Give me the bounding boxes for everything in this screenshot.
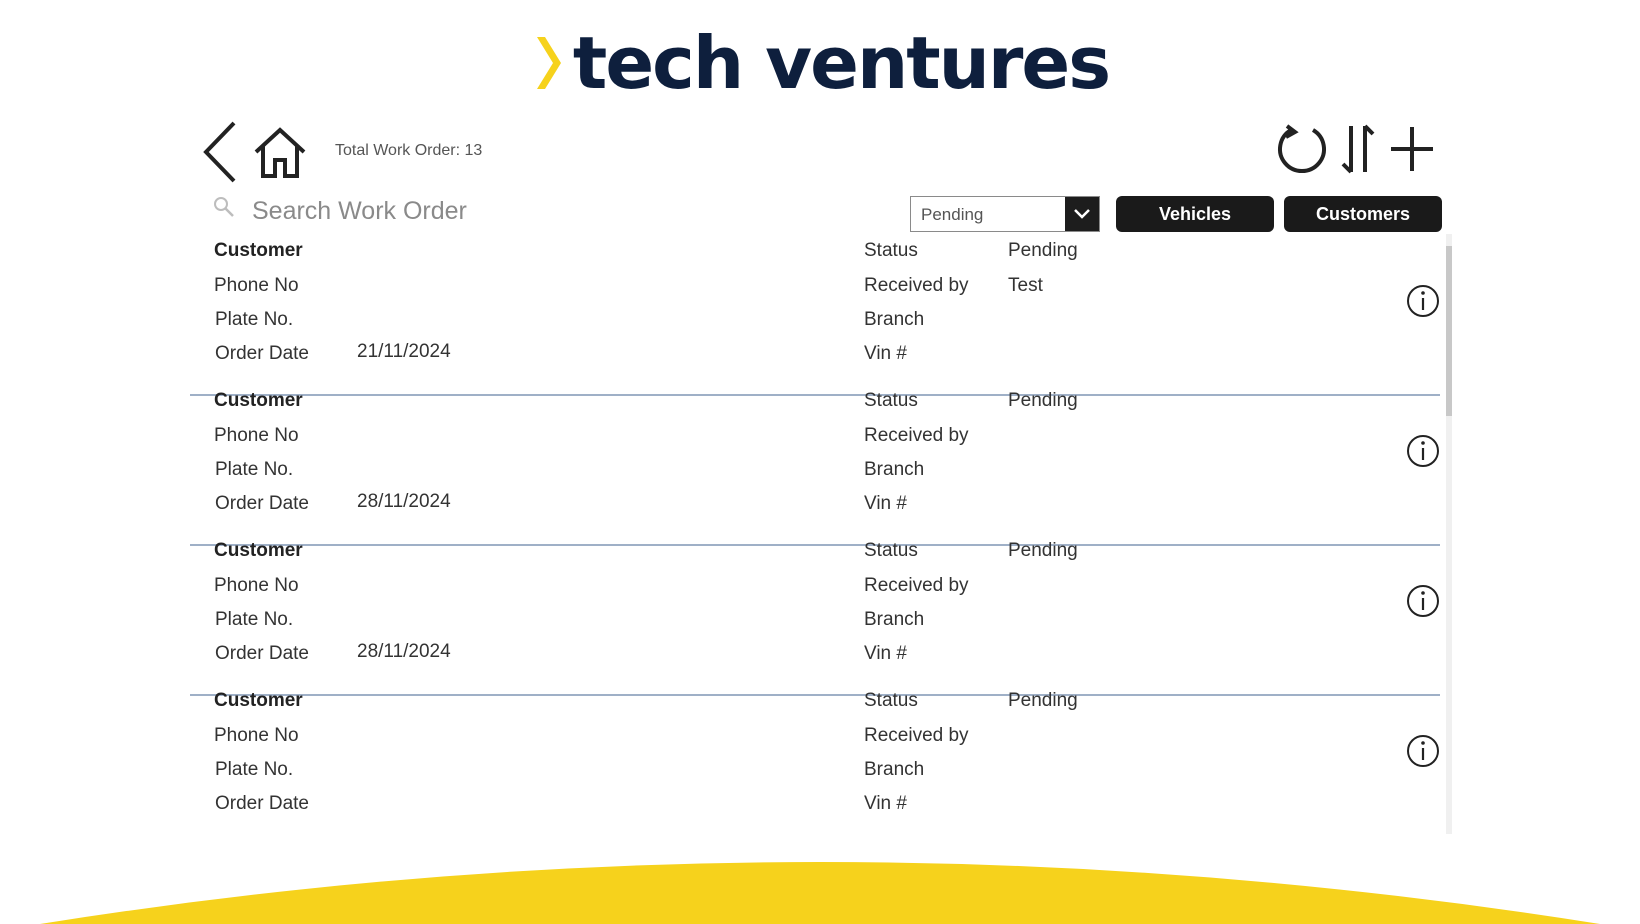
info-icon[interactable]: [1405, 733, 1441, 769]
list-scrollbar[interactable]: [1446, 234, 1452, 834]
phone-label: Phone No: [214, 725, 299, 746]
refresh-icon[interactable]: [1275, 122, 1329, 176]
status-label: Status: [864, 540, 918, 561]
plate-label: Plate No.: [215, 609, 294, 630]
order-date-label: Order Date: [215, 343, 309, 364]
plus-icon[interactable]: [1388, 124, 1436, 174]
work-order-row[interactable]: Customer Phone No Plate No. Order Date 2…: [190, 388, 1440, 546]
vin-label: Vin #: [864, 343, 907, 364]
branch-label: Branch: [864, 459, 925, 480]
received-by-label: Received by: [864, 725, 969, 746]
customer-label: Customer: [214, 390, 303, 411]
status-value: Pending: [1008, 690, 1078, 711]
order-date-value: 28/11/2024: [357, 491, 451, 512]
work-order-app: Total Work Order: 13 Pending Vehicles Cu…: [190, 112, 1452, 834]
status-value: Pending: [1008, 240, 1078, 261]
order-date-label: Order Date: [215, 793, 309, 814]
plate-label: Plate No.: [215, 759, 294, 780]
brand-name: tech ventures: [572, 21, 1111, 105]
vin-label: Vin #: [864, 493, 907, 514]
received-by-label: Received by: [864, 425, 969, 446]
sort-icon[interactable]: [1340, 122, 1376, 176]
vin-label: Vin #: [864, 643, 907, 664]
scrollbar-thumb[interactable]: [1446, 246, 1452, 416]
home-icon[interactable]: [252, 126, 308, 180]
status-label: Status: [864, 390, 918, 411]
customer-label: Customer: [214, 540, 303, 561]
status-value: Pending: [1008, 390, 1078, 411]
vehicles-button[interactable]: Vehicles: [1116, 196, 1274, 232]
phone-label: Phone No: [214, 275, 299, 296]
customer-label: Customer: [214, 690, 303, 711]
brand-chevron-icon: [536, 37, 561, 89]
branch-label: Branch: [864, 309, 925, 330]
plate-label: Plate No.: [215, 309, 294, 330]
chevron-down-icon[interactable]: [1065, 197, 1099, 231]
vin-label: Vin #: [864, 793, 907, 814]
work-order-list: Customer Phone No Plate No. Order Date 2…: [190, 238, 1450, 834]
brand-logo: tech ventures: [0, 18, 1640, 108]
work-order-row[interactable]: Customer Phone No Plate No. Order Date 2…: [190, 538, 1440, 696]
total-work-order-count: Total Work Order: 13: [335, 142, 483, 159]
phone-label: Phone No: [214, 575, 299, 596]
status-filter-value: Pending: [921, 205, 984, 224]
info-icon[interactable]: [1405, 433, 1441, 469]
search-input[interactable]: [250, 192, 814, 230]
status-label: Status: [864, 690, 918, 711]
info-icon[interactable]: [1405, 283, 1441, 319]
phone-label: Phone No: [214, 425, 299, 446]
customers-button[interactable]: Customers: [1284, 196, 1442, 232]
received-by-label: Received by: [864, 575, 969, 596]
status-value: Pending: [1008, 540, 1078, 561]
branch-label: Branch: [864, 759, 925, 780]
order-date-label: Order Date: [215, 493, 309, 514]
search-icon: [214, 197, 234, 217]
customer-label: Customer: [214, 240, 303, 261]
received-by-value: Test: [1008, 275, 1043, 296]
plate-label: Plate No.: [215, 459, 294, 480]
top-toolbar: Total Work Order: 13: [190, 112, 1450, 187]
chevron-left-icon[interactable]: [200, 120, 240, 184]
status-label: Status: [864, 240, 918, 261]
info-icon[interactable]: [1405, 583, 1441, 619]
order-date-label: Order Date: [215, 643, 309, 664]
work-order-row[interactable]: Customer Phone No Plate No. Order Date S…: [190, 688, 1440, 834]
order-date-value: 28/11/2024: [357, 641, 451, 662]
status-filter-dropdown[interactable]: Pending: [910, 196, 1100, 232]
order-date-value: 21/11/2024: [357, 341, 451, 362]
decorative-wave: [40, 862, 1600, 924]
received-by-label: Received by: [864, 275, 969, 296]
branch-label: Branch: [864, 609, 925, 630]
work-order-row[interactable]: Customer Phone No Plate No. Order Date 2…: [190, 238, 1440, 396]
